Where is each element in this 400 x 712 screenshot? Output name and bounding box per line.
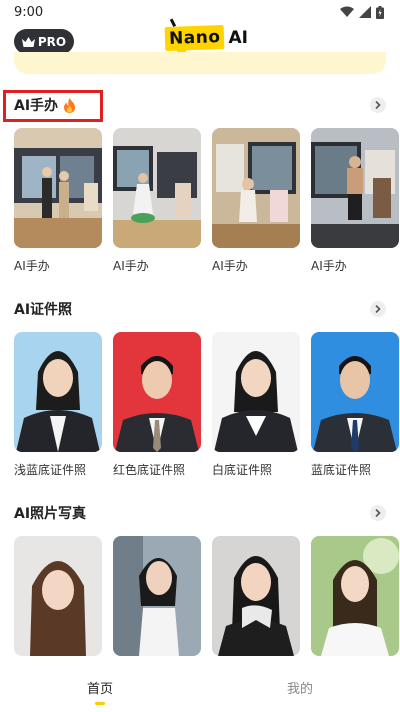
section-figurine: AI手办 AI手办 AI手办 AI手办 AI手办 bbox=[0, 92, 400, 282]
chevron-right-icon bbox=[375, 509, 381, 517]
section-title-text: AI手办 bbox=[14, 98, 59, 114]
battery-icon bbox=[376, 5, 384, 19]
card-thumbnail bbox=[14, 536, 102, 656]
card-row: 浅蓝底证件照 红色底证件照 白底证件照 蓝底证件照 bbox=[14, 332, 399, 478]
card-label: AI手办 bbox=[311, 259, 347, 273]
card-thumbnail bbox=[14, 128, 102, 248]
card-thumbnail bbox=[113, 128, 201, 248]
nav-active-indicator bbox=[95, 702, 105, 705]
portrait-card[interactable] bbox=[14, 536, 102, 665]
card-thumbnail bbox=[311, 332, 399, 452]
portrait-card[interactable] bbox=[212, 536, 300, 665]
card-thumbnail bbox=[311, 128, 399, 248]
card-label: 白底证件照 bbox=[212, 463, 273, 477]
logo-suffix: AI bbox=[228, 28, 248, 48]
bottom-nav: 首页 我的 bbox=[0, 660, 400, 712]
section-header: AI照片写真 bbox=[14, 502, 386, 524]
card-label: AI手办 bbox=[14, 259, 50, 273]
portrait-card[interactable] bbox=[311, 536, 399, 665]
pro-button[interactable]: PRO bbox=[14, 29, 74, 54]
app-screen: 9:00 PRO Nano AI AI手办 AI手办 AI手办 AI手办 AI手… bbox=[0, 0, 400, 712]
card-thumbnail bbox=[113, 332, 201, 452]
figurine-card[interactable]: AI手办 bbox=[311, 128, 399, 274]
card-row bbox=[14, 536, 399, 665]
card-label: AI手办 bbox=[212, 259, 248, 273]
nav-home-tab[interactable]: 首页 bbox=[0, 660, 200, 712]
section-title: AI证件照 bbox=[14, 299, 72, 319]
card-row: AI手办 AI手办 AI手办 AI手办 bbox=[14, 128, 399, 274]
chevron-right-icon bbox=[375, 101, 381, 109]
card-label: 浅蓝底证件照 bbox=[14, 463, 87, 477]
pro-label: PRO bbox=[37, 34, 67, 49]
nav-home-label: 首页 bbox=[86, 682, 113, 697]
section-title-text: AI照片写真 bbox=[14, 506, 87, 522]
status-icons bbox=[340, 5, 384, 19]
card-thumbnail bbox=[212, 332, 300, 452]
card-label: AI手办 bbox=[113, 259, 149, 273]
section-title-text: AI证件照 bbox=[14, 302, 73, 318]
card-thumbnail bbox=[212, 536, 300, 656]
fire-icon bbox=[64, 97, 76, 113]
id-photo-card[interactable]: 红色底证件照 bbox=[113, 332, 201, 478]
figurine-card[interactable]: AI手办 bbox=[212, 128, 300, 274]
logo-word: Nano bbox=[168, 27, 221, 49]
id-photo-card[interactable]: 蓝底证件照 bbox=[311, 332, 399, 478]
section-title: AI手办 bbox=[14, 95, 76, 115]
section-portrait: AI照片写真 bbox=[0, 500, 400, 660]
nav-mine-tab[interactable]: 我的 bbox=[200, 660, 400, 712]
section-more-button[interactable] bbox=[370, 505, 386, 521]
section-title: AI照片写真 bbox=[14, 503, 86, 523]
card-thumbnail bbox=[113, 536, 201, 656]
figurine-card[interactable]: AI手办 bbox=[14, 128, 102, 274]
section-more-button[interactable] bbox=[370, 97, 386, 113]
nav-mine-label: 我的 bbox=[286, 682, 313, 697]
card-thumbnail bbox=[311, 536, 399, 656]
status-time: 9:00 bbox=[14, 4, 44, 20]
figurine-card[interactable]: AI手办 bbox=[113, 128, 201, 274]
card-label: 蓝底证件照 bbox=[311, 463, 372, 477]
signal-icon bbox=[359, 6, 371, 18]
portrait-card[interactable] bbox=[113, 536, 201, 665]
crown-icon bbox=[21, 36, 35, 47]
card-thumbnail bbox=[14, 332, 102, 452]
section-more-button[interactable] bbox=[370, 301, 386, 317]
section-header: AI手办 bbox=[14, 94, 386, 116]
promo-banner[interactable] bbox=[14, 52, 386, 74]
wifi-icon bbox=[340, 6, 354, 17]
app-logo: Nano AI bbox=[164, 18, 248, 57]
id-photo-card[interactable]: 浅蓝底证件照 bbox=[14, 332, 102, 478]
card-label: 红色底证件照 bbox=[113, 463, 186, 477]
section-id-photo: AI证件照 浅蓝底证件照 红色底证件照 白底证件照 蓝底证件照 bbox=[0, 296, 400, 486]
id-photo-card[interactable]: 白底证件照 bbox=[212, 332, 300, 478]
card-thumbnail bbox=[212, 128, 300, 248]
section-header: AI证件照 bbox=[14, 298, 386, 320]
status-bar: 9:00 bbox=[0, 0, 400, 24]
chevron-right-icon bbox=[375, 305, 381, 313]
logo-badge: Nano bbox=[164, 18, 225, 57]
